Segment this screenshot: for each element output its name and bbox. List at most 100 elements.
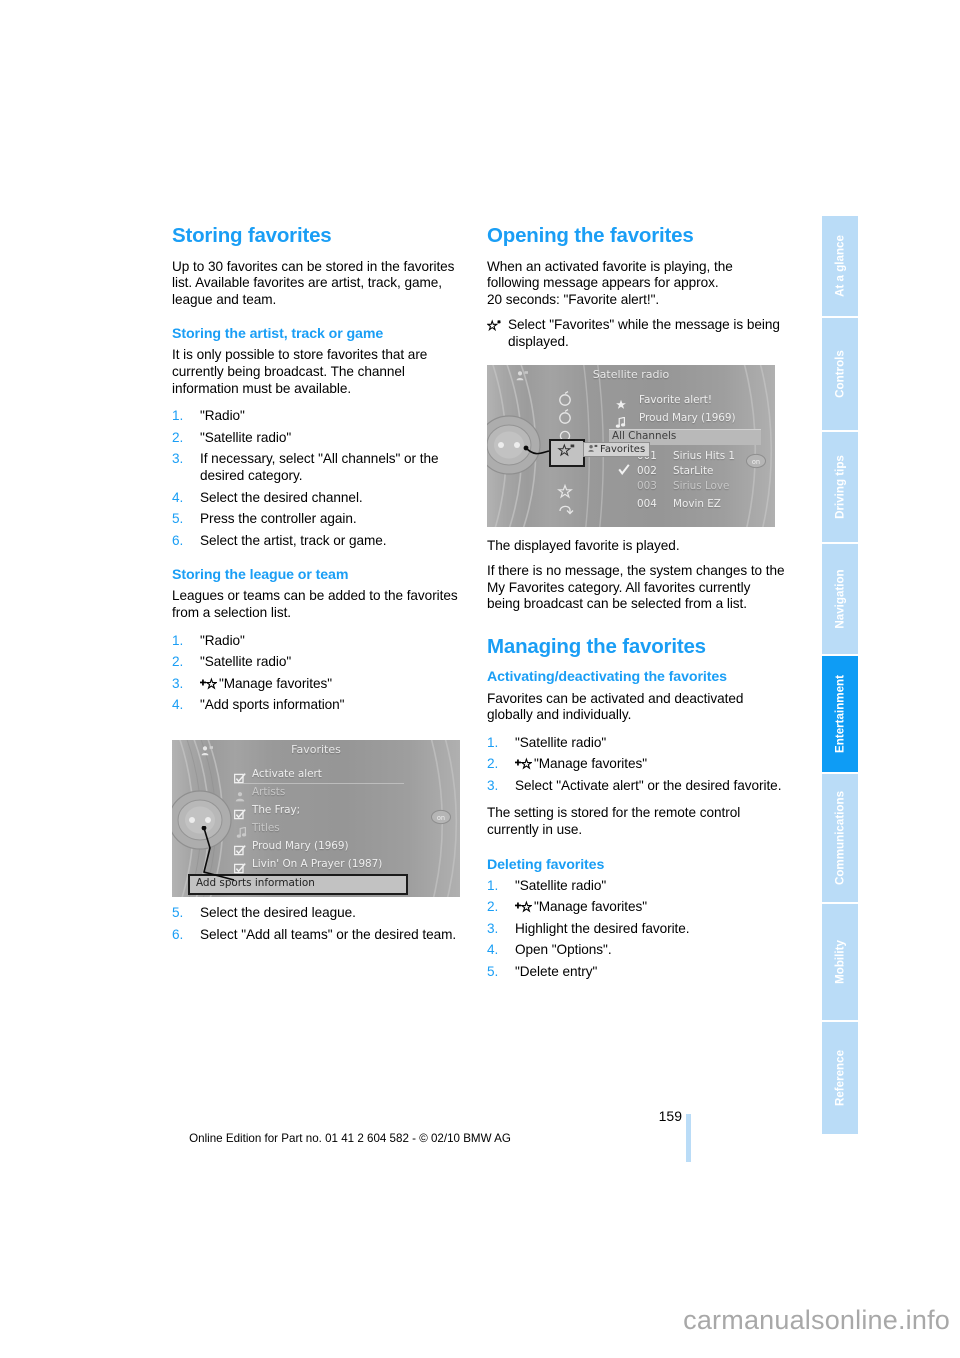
list-item: "Satellite radio" (487, 734, 607, 751)
screen-header: Favorites (172, 740, 460, 760)
paragraph-opening-1b: 20 seconds: "Favorite alert!". (487, 291, 660, 307)
on-button-icon[interactable]: on (745, 453, 767, 469)
tooltip-favorites: Favorites (583, 442, 651, 457)
sidebar-item-label: Navigation (833, 569, 847, 629)
svg-text:on: on (752, 458, 760, 466)
star-plus-icon (200, 677, 218, 690)
channel-name[interactable]: Sirius Hits 1 (673, 450, 735, 462)
callout-line (523, 445, 550, 455)
list-item: "Satellite radio" (487, 877, 607, 894)
paragraph-activating-body: Favorites can be activated and deactivat… (487, 690, 744, 723)
screen-header: Satellite radio (487, 365, 775, 385)
paragraph-storing-league-body: Leagues or teams can be added to the fav… (172, 588, 458, 620)
row-livin-on-a-prayer[interactable]: Livin' On A Prayer (1987) (252, 858, 382, 870)
channel-number[interactable]: 003 (637, 480, 657, 492)
row-proud-mary: Proud Mary (1969) (639, 412, 736, 424)
sidebar-item-label: Entertainment (833, 675, 847, 753)
list-item: Select "Activate alert" or the desired f… (487, 777, 782, 794)
on-button-icon[interactable]: on (430, 809, 452, 825)
list-item: "Add sports information" (172, 697, 345, 713)
star-icon (615, 395, 627, 409)
channel-name[interactable]: Sirius Love (673, 480, 729, 492)
heading-opening-the-favorites: Opening the favorites (487, 224, 694, 247)
list-item-label: "Manage favorites" (534, 899, 648, 915)
paragraph-no-message: If there is no message, the system chang… (487, 563, 785, 612)
callout-line (201, 826, 235, 881)
list-item: Select "Add all teams" or the desired te… (172, 926, 457, 943)
screen-title: Satellite radio (592, 368, 670, 381)
idrive-screenshot-favorites-list: Favorites Activate alert Artists The Fra… (172, 740, 460, 897)
sidebar-item-navigation[interactable]: Navigation (822, 544, 858, 656)
list-item: "Satellite radio" (172, 429, 292, 446)
intro-paragraph: Up to 30 favorites can be stored in the … (172, 258, 455, 307)
left-text-column: Storing favorites Up to 30 favorites can… (172, 224, 470, 725)
channel-name[interactable]: StarLite (673, 465, 713, 477)
star-plus-icon (515, 900, 533, 913)
list-item: Select "Favorites" while the message is … (486, 317, 785, 350)
music-note-icon (615, 413, 627, 428)
list-item: "Manage favorites" (172, 676, 470, 693)
screen-title: Favorites (291, 743, 341, 756)
manual-page: Storing favorites Up to 30 favorites can… (0, 0, 960, 1358)
list-item: If necessary, select "All channels" or t… (172, 451, 439, 483)
row-the-fray[interactable]: The Fray; (252, 804, 300, 816)
list-item: "Delete entry" (487, 964, 598, 980)
tooltip-label: Favorites (600, 444, 646, 455)
favorites-header-icon (515, 369, 529, 381)
list-item: Select the desired league. (172, 905, 356, 921)
sidebar-item-communications[interactable]: Communications (822, 774, 858, 904)
list-item: Press the controller again. (172, 511, 357, 527)
idrive-screenshot-satellite-radio: Satellite radio Favorite alert! Proud Ma… (487, 365, 775, 527)
star-plus-icon (515, 757, 533, 770)
paragraph-setting-stored: The setting is stored for the remote con… (487, 805, 741, 838)
row-artists[interactable]: Artists (252, 786, 285, 798)
list-item: Highlight the desired favorite. (487, 920, 690, 937)
heading-activating-deactivating: Activating/deactivating the favorites (487, 669, 727, 686)
heading-deleting-favorites: Deleting favorites (487, 856, 605, 873)
list-item: Select the desired channel. (172, 489, 363, 506)
sidebar-item-at-a-glance[interactable]: At a glance (822, 216, 858, 318)
channel-number[interactable]: 004 (637, 498, 657, 510)
steps-storing-league: "Radio" "Satellite radio" "Manage favori… (172, 633, 470, 714)
steps-activating-favorites: "Satellite radio" "Manage favorites" Sel… (487, 735, 785, 795)
row-favorite-alert: Favorite alert! (639, 394, 712, 406)
site-watermark: carmanualsonline.info (683, 1305, 950, 1335)
footer-edition-note: Online Edition for Part no. 01 41 2 604 … (189, 1132, 511, 1145)
list-item: Open "Options". (487, 942, 612, 958)
left-text-column-tail: Select the desired league. Select "Add a… (172, 905, 470, 954)
sidebar-item-label: Reference (833, 1049, 847, 1107)
paragraph-storing-artist-body: It is only possible to store favorites t… (172, 347, 428, 396)
sidebar-item-reference[interactable]: Reference (822, 1022, 858, 1134)
bullet-list-select-favorites: Select "Favorites" while the message is … (486, 317, 785, 350)
checkbox-checked-icon (233, 769, 246, 784)
sidebar-item-entertainment[interactable]: Entertainment (822, 656, 858, 774)
page-number: 159 (658, 1108, 682, 1124)
sidebar-item-driving-tips[interactable]: Driving tips (822, 432, 858, 544)
sidebar-item-label: Driving tips (833, 455, 847, 519)
channel-name[interactable]: Movin EZ (673, 498, 721, 510)
list-item: "Radio" (172, 632, 245, 649)
paragraph-opening-1: When an activated favorite is playing, t… (487, 259, 785, 309)
steps-storing-league-continued: Select the desired league. Select "Add a… (172, 905, 470, 943)
sidebar-item-mobility[interactable]: Mobility (822, 904, 858, 1022)
sidebar-item-controls[interactable]: Controls (822, 318, 858, 432)
steps-deleting-favorites: "Satellite radio" "Manage favorites" Hig… (487, 878, 785, 981)
paragraph-opening-1a: When an activated favorite is playing, t… (487, 258, 733, 291)
list-item-label: "Manage favorites" (534, 756, 648, 772)
page-title-storing-favorites: Storing favorites (172, 224, 332, 247)
heading-storing-league-team: Storing the league or team (172, 567, 349, 584)
paragraph-displayed-favorite: The displayed favorite is played. (487, 537, 680, 553)
row-divider (234, 783, 404, 784)
list-item: "Radio" (172, 408, 245, 424)
list-item-label: Select "Favorites" while the message is … (508, 317, 780, 349)
list-item: Select the artist, track or game. (172, 532, 387, 549)
sidebar-item-label: Mobility (833, 940, 847, 984)
row-activate-alert[interactable]: Activate alert (252, 768, 322, 780)
category-bar-label: All Channels (612, 430, 677, 442)
channel-number[interactable]: 002 (637, 465, 657, 477)
svg-text:on: on (437, 814, 445, 822)
steps-storing-artist: "Radio" "Satellite radio" If necessary, … (172, 408, 470, 549)
list-item: "Manage favorites" (487, 756, 785, 773)
footer-accent-bar (686, 1114, 691, 1162)
heading-storing-artist-track-game: Storing the artist, track or game (172, 326, 384, 343)
